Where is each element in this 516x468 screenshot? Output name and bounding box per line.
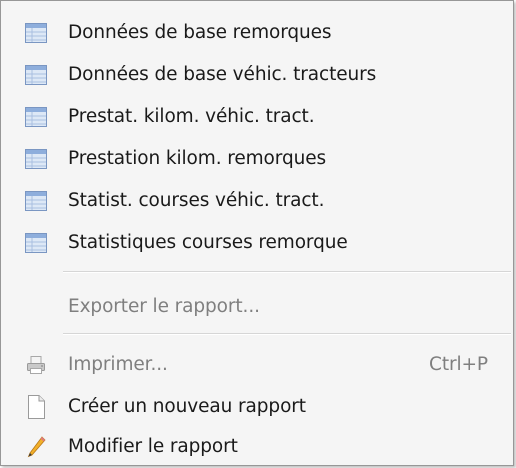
table-icon	[25, 107, 47, 127]
menu-item-label: Prestat. kilom. véhic. tract.	[68, 106, 315, 127]
table-icon	[25, 191, 47, 211]
menu-item-label: Données de base remorques	[68, 22, 332, 43]
menu-item-label: Statistiques courses remorque	[68, 232, 348, 253]
menu-item-label: Exporter le rapport...	[68, 296, 260, 317]
table-icon	[25, 65, 47, 85]
menu-separator	[63, 271, 511, 273]
menu-item-prestat-kilom-vehic-tract[interactable]: Prestat. kilom. véhic. tract.	[3, 99, 511, 135]
menu-separator	[63, 333, 511, 335]
table-icon	[25, 233, 47, 253]
menu-item-label: Prestation kilom. remorques	[68, 148, 327, 169]
menu-item-donnees-base-remorques[interactable]: Données de base remorques	[3, 15, 511, 51]
shortcut-text: Ctrl+P	[429, 354, 488, 375]
menu-item-statist-courses-vehic-tract[interactable]: Statist. courses véhic. tract.	[3, 183, 511, 219]
menu-item-label: Statist. courses véhic. tract.	[68, 190, 325, 211]
table-icon	[25, 23, 47, 43]
menu-item-statistiques-courses-remorque[interactable]: Statistiques courses remorque	[3, 225, 511, 261]
menu-item-edit-report[interactable]: Modifier le rapport	[3, 429, 511, 465]
menu-item-label: Données de base véhic. tracteurs	[68, 64, 377, 85]
menu-item-label: Imprimer...	[68, 354, 168, 375]
menu-item-prestation-kilom-remorques[interactable]: Prestation kilom. remorques	[3, 141, 511, 177]
context-menu: Données de base remorques Données de bas…	[0, 0, 514, 466]
menu-item-export-report[interactable]: Exporter le rapport...	[3, 289, 511, 325]
menu-item-label: Créer un nouveau rapport	[68, 396, 306, 417]
menu-item-new-report[interactable]: Créer un nouveau rapport	[3, 389, 511, 425]
blank-document-icon	[25, 395, 47, 419]
pencil-icon	[25, 434, 47, 460]
menu-item-print[interactable]: Imprimer... Ctrl+P	[3, 347, 511, 383]
printer-icon	[25, 355, 47, 375]
menu-item-donnees-base-vehic-tracteurs[interactable]: Données de base véhic. tracteurs	[3, 57, 511, 93]
menu-item-label: Modifier le rapport	[68, 436, 238, 457]
table-icon	[25, 149, 47, 169]
